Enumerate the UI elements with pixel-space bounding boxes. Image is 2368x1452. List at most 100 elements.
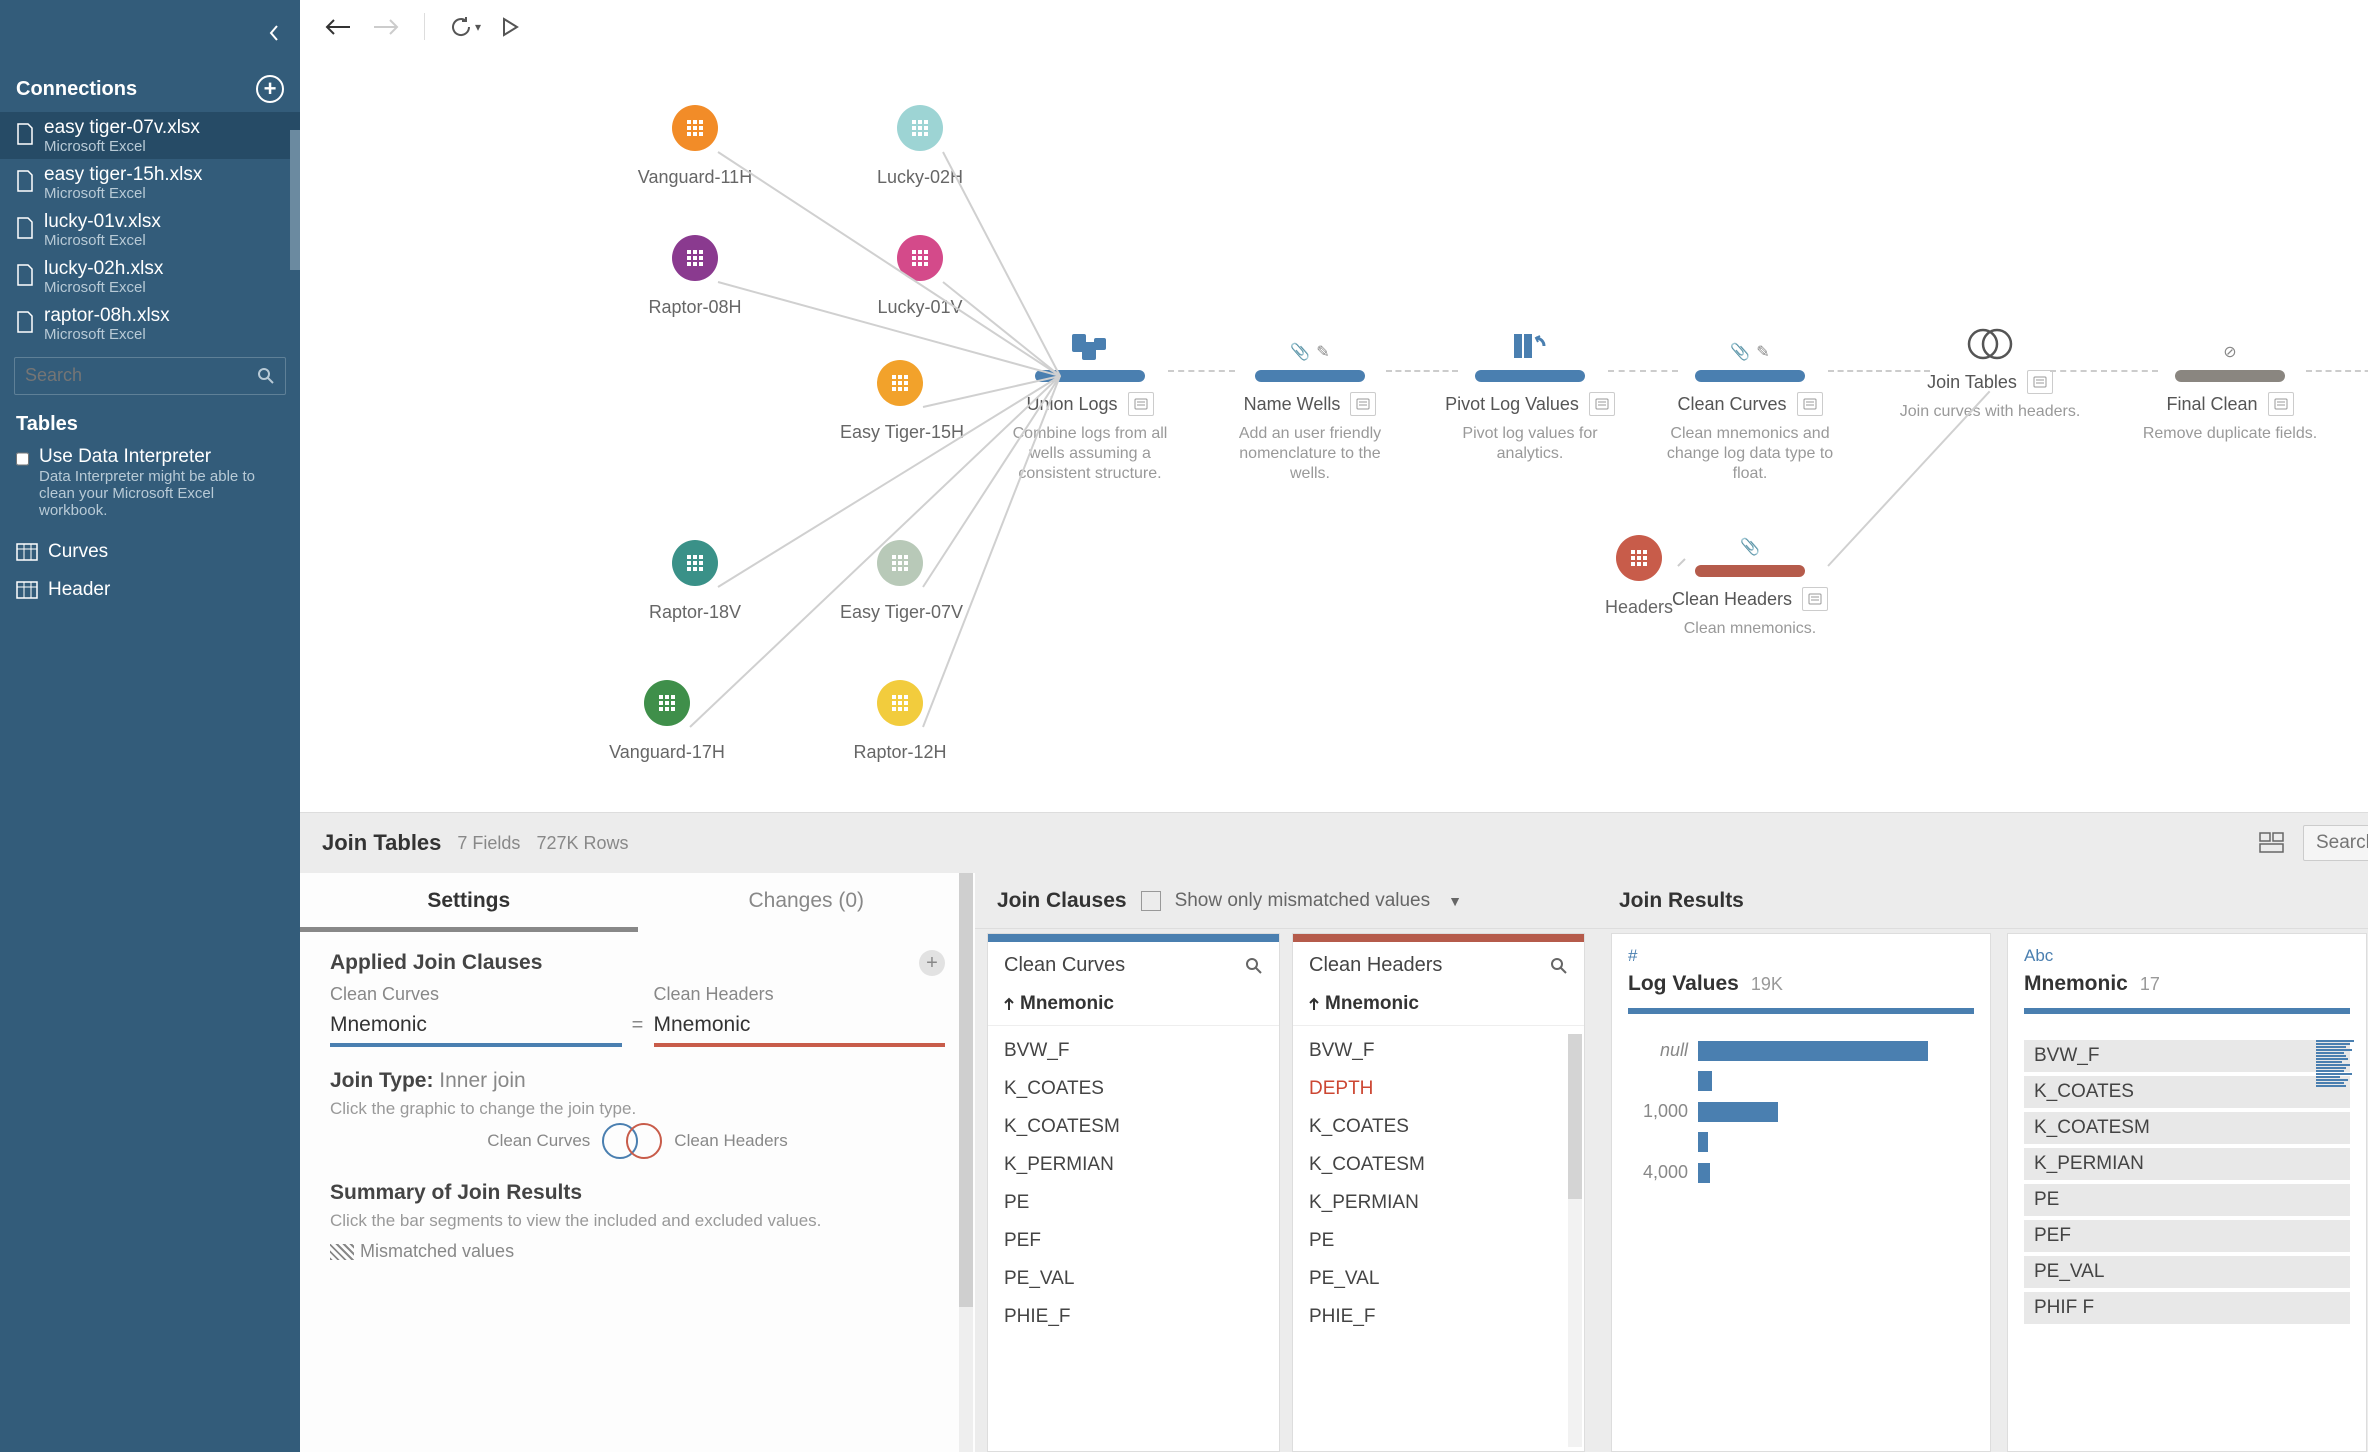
datasource-node[interactable]: Easy Tiger-07V: [840, 540, 960, 623]
profile-value[interactable]: PEF: [2024, 1220, 2350, 1252]
add-connection-button[interactable]: +: [256, 75, 284, 103]
sidebar-scrollbar[interactable]: [290, 130, 300, 270]
recommendations-button[interactable]: [1802, 587, 1828, 611]
tab-settings[interactable]: Settings: [300, 873, 638, 932]
venn-icon[interactable]: [602, 1123, 662, 1159]
result-card-log-values[interactable]: # Log Values19K null1,0004,000: [1611, 933, 1991, 1452]
histogram-row[interactable]: null: [1628, 1040, 1974, 1061]
flow-link: [1608, 370, 1678, 372]
bottom-search-input[interactable]: [2316, 832, 2368, 854]
table-item-curves[interactable]: Curves: [16, 533, 284, 571]
flow-step[interactable]: ⊘Final CleanRemove duplicate fields.: [2135, 340, 2325, 444]
clause-value[interactable]: PEF: [988, 1222, 1279, 1260]
recommendations-button[interactable]: [1589, 392, 1615, 416]
flow-link: [1168, 370, 1235, 372]
histogram-row[interactable]: 1,000: [1628, 1101, 1974, 1122]
clause-value[interactable]: K_COATESM: [1293, 1146, 1584, 1184]
show-mismatched-checkbox[interactable]: [1141, 891, 1161, 911]
use-data-interpreter-checkbox[interactable]: [16, 450, 29, 468]
sort-field[interactable]: Mnemonic: [1293, 985, 1584, 1026]
datasource-node[interactable]: Vanguard-17H: [607, 680, 727, 763]
recommendations-button[interactable]: [1350, 392, 1376, 416]
histogram-row[interactable]: [1628, 1132, 1974, 1152]
flow-link: [1386, 370, 1458, 372]
collapse-sidebar-button[interactable]: [0, 0, 300, 66]
recommendations-button[interactable]: [1128, 392, 1154, 416]
attachment-icon: 📎: [1730, 342, 1750, 362]
table-item-header[interactable]: Header: [16, 571, 284, 609]
datasource-node[interactable]: Lucky-01V: [860, 235, 980, 318]
datasource-node[interactable]: Raptor-12H: [840, 680, 960, 763]
settings-scrollbar[interactable]: [959, 873, 973, 1452]
result-card-mnemonic[interactable]: Abc Mnemonic17 BVW_FK_COATESK_COATESMK_P…: [2007, 933, 2367, 1452]
datasource-node[interactable]: Raptor-08H: [635, 235, 755, 318]
right-join-field[interactable]: Mnemonic: [654, 1013, 946, 1043]
flow-step[interactable]: 📎Clean HeadersClean mnemonics.: [1655, 535, 1845, 639]
join-type-selector[interactable]: Clean Curves Clean Headers: [330, 1123, 945, 1159]
clause-value[interactable]: K_COATESM: [988, 1108, 1279, 1146]
sort-field[interactable]: Mnemonic: [988, 985, 1279, 1026]
clause-value[interactable]: K_COATES: [1293, 1108, 1584, 1146]
connection-item[interactable]: lucky-02h.xlsxMicrosoft Excel: [0, 253, 300, 300]
flow-link: [1828, 370, 1930, 372]
datasource-node[interactable]: Raptor-18V: [635, 540, 755, 623]
bottom-panel: Join Tables 7 Fields 727K Rows Settings …: [300, 812, 2368, 1452]
flow-step[interactable]: 📎✎Name WellsAdd an user friendly nomencl…: [1215, 340, 1405, 484]
clause-value[interactable]: K_PERMIAN: [1293, 1184, 1584, 1222]
type-string-icon: Abc: [2024, 946, 2350, 966]
recommendations-button[interactable]: [1797, 392, 1823, 416]
clause-value[interactable]: PHIE_F: [988, 1298, 1279, 1336]
refresh-button[interactable]: ▾: [449, 15, 481, 39]
left-join-field[interactable]: Mnemonic: [330, 1013, 622, 1043]
datasource-node[interactable]: Lucky-02H: [860, 105, 980, 188]
profile-value[interactable]: BVW_F: [2024, 1040, 2350, 1072]
histogram-row[interactable]: 4,000: [1628, 1162, 1974, 1183]
clauses-dropdown[interactable]: ▼: [1448, 893, 1462, 909]
clause-value[interactable]: K_COATES: [988, 1070, 1279, 1108]
forward-button[interactable]: [372, 17, 400, 37]
connection-item[interactable]: raptor-08h.xlsxMicrosoft Excel: [0, 300, 300, 347]
flow-link: [2306, 370, 2368, 372]
histogram-row[interactable]: [1628, 1071, 1974, 1091]
clause-value[interactable]: PHIE_F: [1293, 1298, 1584, 1336]
recommendations-button[interactable]: [2027, 370, 2053, 394]
clause-value[interactable]: DEPTH: [1293, 1070, 1584, 1108]
add-clause-button[interactable]: +: [919, 950, 945, 976]
connection-item[interactable]: easy tiger-07v.xlsxMicrosoft Excel: [0, 112, 300, 159]
run-button[interactable]: [501, 17, 519, 37]
sidebar-search[interactable]: [14, 357, 286, 395]
rows-count: 727K Rows: [536, 833, 628, 854]
profile-value[interactable]: K_COATESM: [2024, 1112, 2350, 1144]
card-scrollbar[interactable]: [1568, 1034, 1582, 1447]
clause-value[interactable]: K_PERMIAN: [988, 1146, 1279, 1184]
search-icon[interactable]: [1245, 957, 1263, 975]
tables-title: Tables: [16, 413, 284, 436]
sort-asc-icon: [1309, 997, 1319, 1011]
connection-item[interactable]: easy tiger-15h.xlsxMicrosoft Excel: [0, 159, 300, 206]
clause-value[interactable]: PE_VAL: [1293, 1260, 1584, 1298]
profile-view-icon[interactable]: [2257, 828, 2287, 858]
flow-step[interactable]: Pivot Log ValuesPivot log values for ana…: [1435, 340, 1625, 464]
profile-value[interactable]: K_COATES: [2024, 1076, 2350, 1108]
clause-value[interactable]: PE: [988, 1184, 1279, 1222]
flow-step[interactable]: Join TablesJoin curves with headers.: [1895, 340, 2085, 422]
recommendations-button[interactable]: [2268, 392, 2294, 416]
profile-value[interactable]: K_PERMIAN: [2024, 1148, 2350, 1180]
clause-value[interactable]: PE_VAL: [988, 1260, 1279, 1298]
clause-value[interactable]: BVW_F: [1293, 1032, 1584, 1070]
tab-changes[interactable]: Changes (0): [638, 873, 976, 932]
sidebar-search-input[interactable]: [25, 365, 257, 386]
flow-step[interactable]: 📎✎Clean CurvesClean mnemonics and change…: [1655, 340, 1845, 484]
flow-canvas[interactable]: Vanguard-11H Lucky-02H Raptor-08H Lucky-01V…: [300, 40, 2368, 812]
bottom-search[interactable]: [2303, 825, 2368, 861]
profile-value[interactable]: PE: [2024, 1184, 2350, 1216]
clause-value[interactable]: BVW_F: [988, 1032, 1279, 1070]
clause-value[interactable]: PE: [1293, 1222, 1584, 1260]
search-icon[interactable]: [1550, 957, 1568, 975]
file-icon: [16, 170, 34, 192]
profile-value[interactable]: PE_VAL: [2024, 1256, 2350, 1288]
datasource-node[interactable]: Vanguard-11H: [635, 105, 755, 188]
connection-item[interactable]: lucky-01v.xlsxMicrosoft Excel: [0, 206, 300, 253]
profile-value[interactable]: PHIF F: [2024, 1292, 2350, 1324]
back-button[interactable]: [324, 17, 352, 37]
